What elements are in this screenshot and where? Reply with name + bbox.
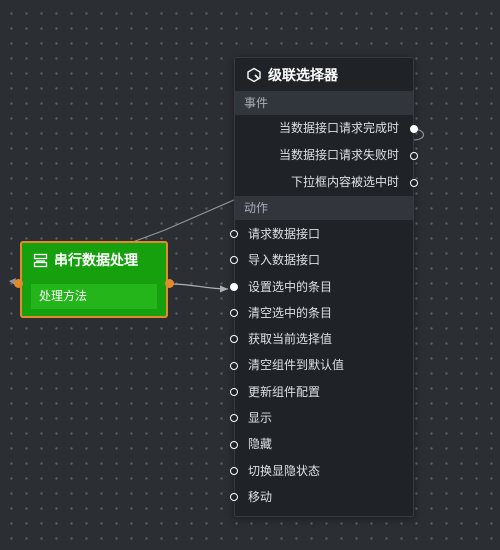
action-label: 设置选中的条目 bbox=[248, 279, 333, 294]
action-hide[interactable]: 隐藏 bbox=[230, 431, 413, 457]
event-port[interactable] bbox=[410, 178, 418, 187]
serial-output-port[interactable] bbox=[165, 279, 174, 288]
action-port[interactable] bbox=[230, 309, 238, 318]
serial-process-icon bbox=[33, 253, 48, 268]
actions-list: 请求数据接口 导入数据接口 设置选中的条目 清空选中的条目 获取当前选择值 清空… bbox=[230, 220, 413, 510]
action-port[interactable] bbox=[230, 466, 238, 475]
action-port[interactable] bbox=[230, 387, 238, 396]
action-port[interactable] bbox=[230, 414, 238, 423]
action-port[interactable] bbox=[230, 230, 238, 239]
action-label: 移动 bbox=[248, 489, 273, 504]
action-label: 切换显隐状态 bbox=[248, 463, 321, 478]
action-label: 清空组件到默认值 bbox=[248, 358, 345, 373]
action-port[interactable] bbox=[230, 493, 238, 502]
action-import-data-api[interactable]: 导入数据接口 bbox=[230, 247, 413, 273]
action-port[interactable] bbox=[230, 335, 238, 344]
event-label: 当数据接口请求完成时 bbox=[278, 121, 399, 135]
action-toggle-visibility[interactable]: 切换显隐状态 bbox=[230, 458, 413, 484]
action-get-current-value[interactable]: 获取当前选择值 bbox=[230, 326, 413, 352]
process-method-field[interactable]: 处理方法 bbox=[31, 284, 157, 309]
action-request-data-api[interactable]: 请求数据接口 bbox=[230, 221, 413, 247]
wire-serial-to-action bbox=[169, 283, 229, 290]
action-port[interactable] bbox=[230, 256, 238, 265]
action-label: 隐藏 bbox=[248, 437, 273, 452]
cascader-icon bbox=[246, 67, 262, 83]
event-label: 当数据接口请求失败时 bbox=[278, 148, 399, 162]
cascader-node-header[interactable]: 级联选择器 bbox=[235, 58, 413, 91]
action-move[interactable]: 移动 bbox=[230, 484, 413, 510]
action-update-config[interactable]: 更新组件配置 bbox=[230, 379, 413, 405]
action-label: 获取当前选择值 bbox=[248, 332, 333, 347]
action-label: 清空选中的条目 bbox=[248, 305, 333, 320]
wire-arrow-icon bbox=[220, 285, 228, 293]
cascader-node[interactable]: 级联选择器 事件 当数据接口请求完成时 当数据接口请求失败时 下拉框内容被选中时… bbox=[230, 57, 418, 517]
events-section-header: 事件 bbox=[235, 91, 413, 115]
event-dropdown-selected[interactable]: 下拉框内容被选中时 bbox=[235, 169, 418, 196]
action-label: 显示 bbox=[248, 411, 273, 426]
action-reset-to-default[interactable]: 清空组件到默认值 bbox=[230, 352, 413, 378]
action-show[interactable]: 显示 bbox=[230, 405, 413, 431]
action-set-selected-item[interactable]: 设置选中的条目 bbox=[230, 274, 413, 300]
action-label: 请求数据接口 bbox=[248, 227, 321, 241]
action-clear-selected-item[interactable]: 清空选中的条目 bbox=[230, 300, 413, 326]
events-list: 当数据接口请求完成时 当数据接口请求失败时 下拉框内容被选中时 bbox=[235, 115, 418, 196]
action-port[interactable] bbox=[230, 361, 238, 370]
event-port-connected[interactable] bbox=[410, 124, 418, 133]
event-port[interactable] bbox=[410, 151, 418, 160]
serial-node-header[interactable]: 串行数据处理 bbox=[22, 243, 166, 277]
cascader-node-title: 级联选择器 bbox=[268, 67, 338, 84]
event-request-failed[interactable]: 当数据接口请求失败时 bbox=[235, 142, 418, 169]
action-port[interactable] bbox=[230, 440, 238, 449]
action-label: 导入数据接口 bbox=[248, 253, 321, 268]
event-request-complete[interactable]: 当数据接口请求完成时 bbox=[235, 115, 418, 142]
actions-section-header: 动作 bbox=[235, 196, 413, 220]
serial-node-title: 串行数据处理 bbox=[54, 253, 138, 269]
action-label: 更新组件配置 bbox=[248, 384, 321, 399]
serial-process-node[interactable]: 串行数据处理 处理方法 bbox=[20, 241, 168, 318]
event-label: 下拉框内容被选中时 bbox=[290, 175, 399, 189]
serial-input-port[interactable] bbox=[14, 279, 23, 288]
action-port-connected[interactable] bbox=[230, 282, 238, 291]
